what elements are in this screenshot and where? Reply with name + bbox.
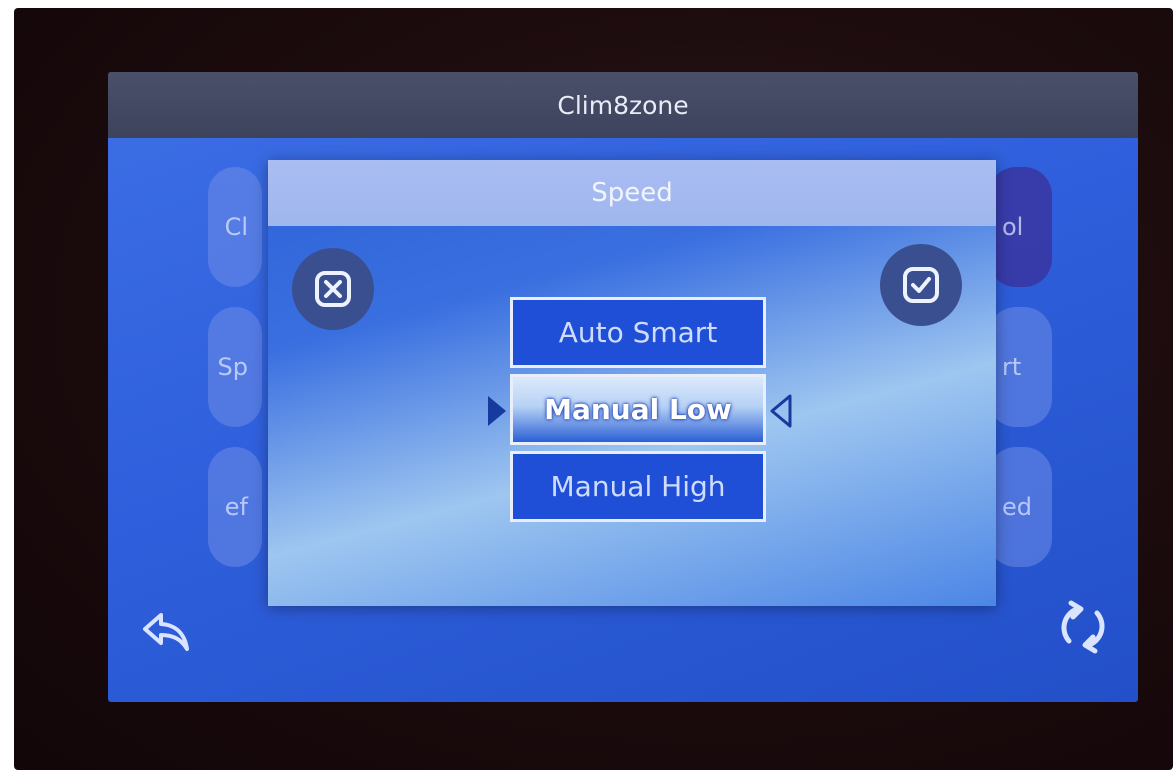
- speed-option-list: Auto Smart Manual Low Manual High: [510, 297, 766, 528]
- background-tile-label: rt: [1002, 353, 1022, 381]
- device-screen: Clim8zone Cl Sp ef ol rt ed Speed Auto S…: [108, 72, 1138, 702]
- background-tile-label: Sp: [217, 353, 248, 381]
- speed-dialog: Speed Auto Smart Manual Low Manual High: [268, 160, 996, 606]
- dialog-title: Speed: [591, 178, 673, 208]
- background-tile-speed-right: ed: [988, 447, 1052, 567]
- option-label: Manual High: [550, 470, 726, 503]
- cancel-button[interactable]: [292, 248, 374, 330]
- background-tile-speed: Sp: [208, 307, 262, 427]
- app-title: Clim8zone: [557, 90, 689, 120]
- option-auto-smart[interactable]: Auto Smart: [510, 297, 766, 368]
- selection-arrow-left-icon: [770, 394, 792, 428]
- checkbox-checked-icon: [903, 267, 939, 303]
- title-bar: Clim8zone: [108, 72, 1138, 138]
- background-tile-label: ed: [1002, 493, 1032, 521]
- option-label: Manual Low: [544, 393, 732, 426]
- option-manual-low[interactable]: Manual Low: [510, 374, 766, 445]
- background-tile-label: ef: [224, 493, 248, 521]
- refresh-icon[interactable]: [1048, 592, 1118, 662]
- close-box-icon: [315, 271, 351, 307]
- background-tile-cool: ol: [988, 167, 1052, 287]
- photo-background: Clim8zone Cl Sp ef ol rt ed Speed Auto S…: [0, 0, 1173, 770]
- background-tile-left-bottom: ef: [208, 447, 262, 567]
- option-manual-high[interactable]: Manual High: [510, 451, 766, 522]
- option-label: Auto Smart: [558, 316, 718, 349]
- dialog-header: Speed: [268, 160, 996, 226]
- selection-arrow-right-icon: [488, 396, 506, 426]
- background-tile-label: Cl: [224, 213, 248, 241]
- confirm-button[interactable]: [880, 244, 962, 326]
- back-arrow-icon[interactable]: [136, 604, 196, 660]
- background-tile-label: ol: [1002, 213, 1024, 241]
- background-tile-climate: Cl: [208, 167, 262, 287]
- background-tile-smart: rt: [988, 307, 1052, 427]
